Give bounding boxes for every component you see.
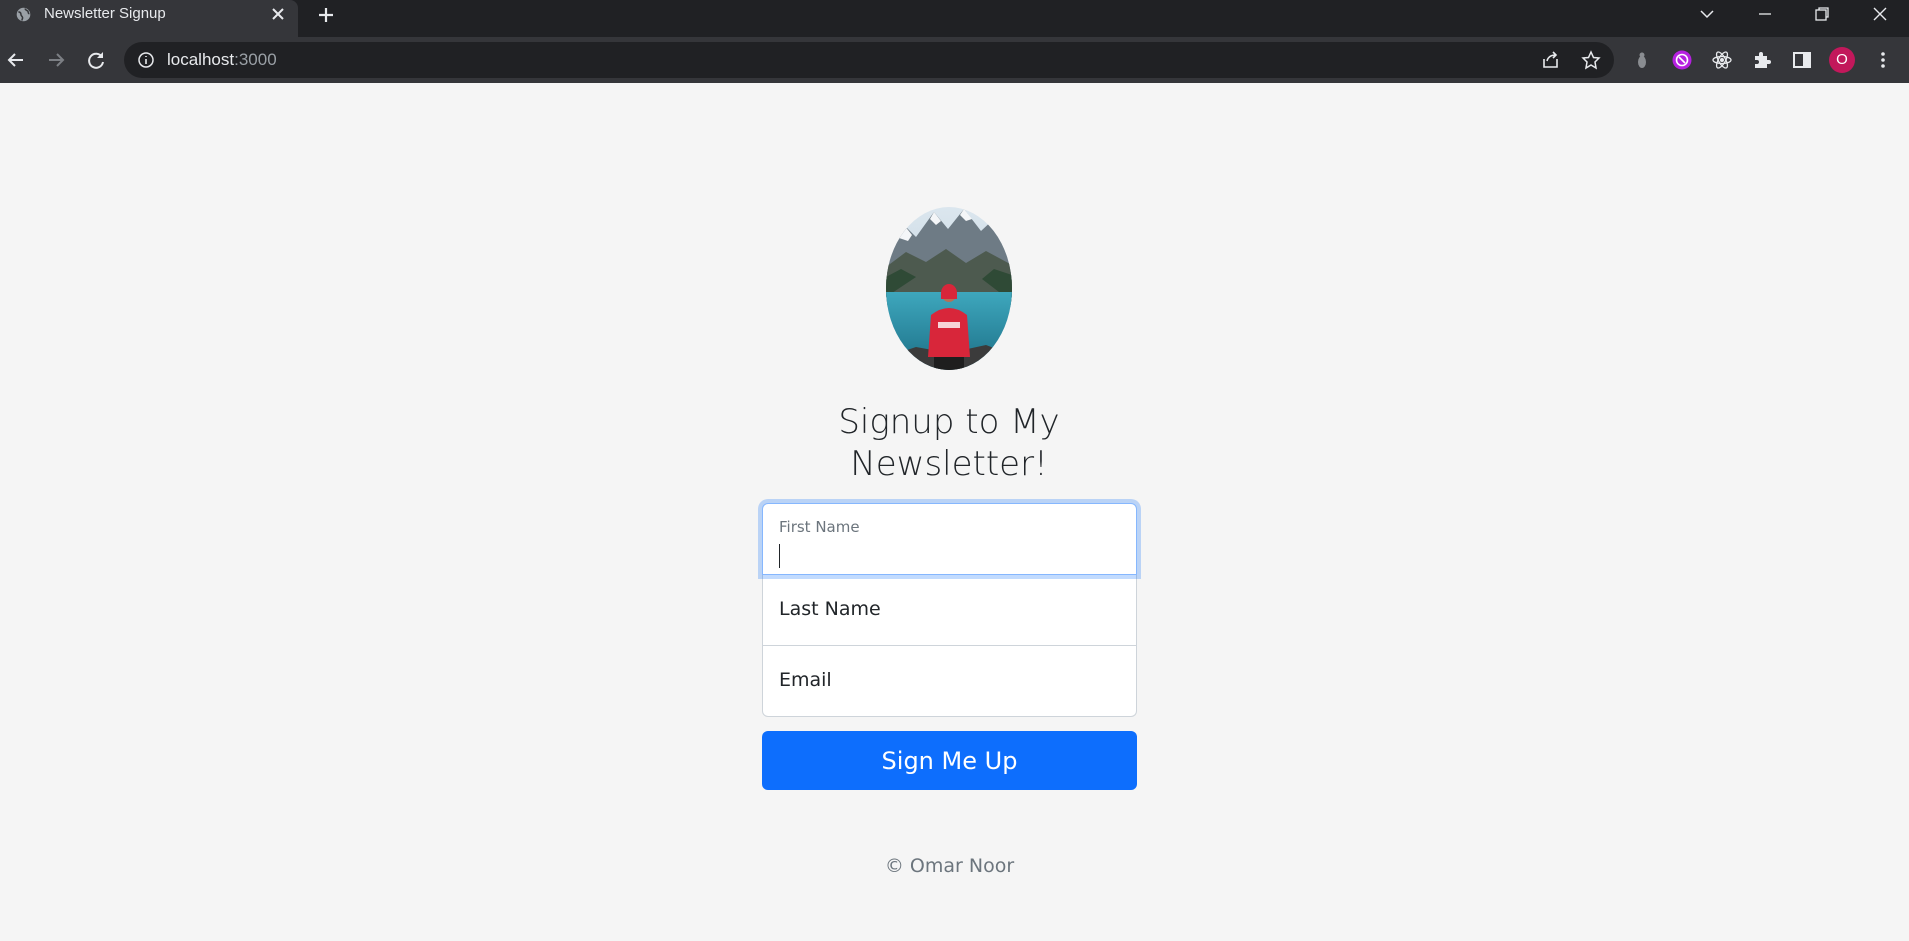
- back-arrow-icon[interactable]: [5, 49, 27, 71]
- side-panel-icon[interactable]: [1791, 49, 1813, 71]
- email-placeholder: Email: [779, 669, 832, 691]
- text-cursor: [779, 544, 780, 568]
- copyright-footer: © Omar Noor: [884, 855, 1015, 877]
- first-name-label: First Name: [779, 518, 860, 536]
- tab-search-chevron-icon[interactable]: [1698, 5, 1716, 23]
- close-window-icon[interactable]: [1871, 5, 1889, 23]
- restore-icon[interactable]: [1813, 5, 1831, 23]
- tab-title: Newsletter Signup: [44, 5, 166, 22]
- page-title: Signup to My Newsletter!: [838, 402, 1060, 484]
- forward-arrow-icon[interactable]: [45, 49, 67, 71]
- first-name-field[interactable]: First Name: [762, 503, 1137, 575]
- share-icon[interactable]: [1540, 49, 1562, 71]
- last-name-placeholder: Last Name: [779, 598, 881, 620]
- url-port: :3000: [234, 50, 277, 69]
- extension-gray-icon[interactable]: [1631, 49, 1653, 71]
- sign-me-up-button[interactable]: Sign Me Up: [762, 731, 1137, 790]
- profile-photo: [886, 207, 1012, 370]
- profile-avatar[interactable]: O: [1829, 47, 1855, 73]
- url-host: localhost: [167, 50, 235, 69]
- page-content: Signup to My Newsletter! First Name Last…: [0, 83, 1909, 941]
- globe-icon: [16, 7, 31, 22]
- email-field[interactable]: Email: [762, 646, 1137, 717]
- bookmark-star-icon[interactable]: [1580, 49, 1602, 71]
- reload-icon[interactable]: [85, 49, 107, 71]
- site-info-icon[interactable]: [137, 51, 155, 69]
- close-tab-icon[interactable]: [271, 7, 285, 21]
- browser-tab-active[interactable]: Newsletter Signup: [0, 0, 298, 37]
- browser-tab-strip: Newsletter Signup: [0, 0, 1909, 37]
- address-bar[interactable]: localhost:3000: [124, 42, 1614, 78]
- url-text: localhost:3000: [167, 50, 277, 70]
- react-devtools-icon[interactable]: [1711, 49, 1733, 71]
- extensions-puzzle-icon[interactable]: [1751, 49, 1773, 71]
- extension-purple-icon[interactable]: [1671, 49, 1693, 71]
- last-name-field[interactable]: Last Name: [762, 575, 1137, 646]
- more-menu-icon[interactable]: [1872, 49, 1894, 71]
- browser-toolbar: localhost:3000 O: [0, 37, 1909, 83]
- new-tab-plus-icon[interactable]: [316, 5, 336, 25]
- minimize-icon[interactable]: [1756, 5, 1774, 23]
